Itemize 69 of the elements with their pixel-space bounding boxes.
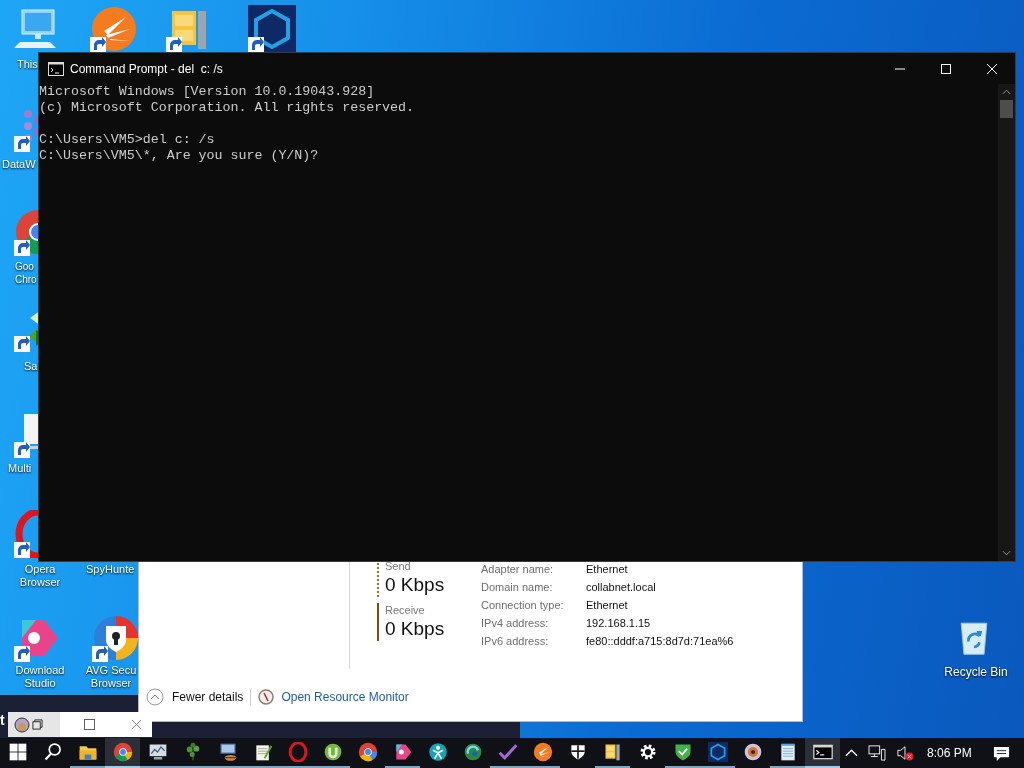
maximize-icon[interactable] [84, 719, 95, 730]
detail-value: Ethernet [586, 562, 629, 576]
gauge-icon [258, 689, 275, 705]
console-line: Microsoft Windows [Version 10.0.19043.928] [39, 84, 376, 100]
four-squares-icon [7, 742, 28, 762]
desktop-icon-label[interactable]: This [17, 58, 39, 71]
open-resource-monitor-link[interactable]: Open Resource Monitor [281, 690, 409, 704]
detail-label: IPv6 address: [481, 634, 550, 648]
ring-icon[interactable] [14, 510, 38, 558]
meter-label: Receive [385, 603, 426, 617]
meter-label: Send [385, 559, 412, 573]
window-title: Command Prompt - del c: /s [70, 61, 223, 76]
shield-circle-icon[interactable] [92, 614, 140, 662]
close-icon [987, 63, 997, 74]
tricolor-circle-icon [112, 742, 133, 762]
desktop-icon-label[interactable]: Download Studio [4, 664, 76, 690]
desktop-icon-label[interactable]: Opera Browser [8, 563, 72, 589]
desktop-icon-label[interactable]: Goo Chro [15, 260, 37, 286]
desktop-icon-label[interactable]: Recycle Bin [940, 665, 1012, 679]
detail-label: Adapter name: [481, 562, 555, 576]
notification-icon[interactable] [992, 744, 1010, 762]
meter-value: 0 Kbps [385, 617, 446, 641]
maximize-icon [941, 63, 951, 74]
swirl-icon [462, 742, 483, 762]
desktop-icon-label[interactable]: Multi [8, 462, 38, 475]
scroll-down-icon[interactable] [1002, 550, 1011, 556]
detail-label: IPv4 address: [481, 616, 550, 630]
window-title: t [0, 712, 5, 728]
console-icon [812, 742, 833, 762]
disc-icon [742, 742, 763, 762]
fewer-details-button[interactable]: Fewer details [146, 688, 244, 706]
detail-value: collabnet.local [586, 580, 657, 594]
detail-value: fe80::dddf:a715:8d7d:71ea%6 [586, 634, 734, 648]
rays-icon[interactable] [90, 5, 138, 53]
tricolor-circle-icon [357, 742, 378, 762]
meter-value: 0 Kbps [385, 573, 446, 597]
console-line: (c) Microsoft Corporation. All rights reserved. [39, 100, 416, 116]
desktop-icon-label[interactable]: Sal [24, 360, 40, 373]
cube-icon[interactable] [248, 5, 296, 53]
console-icon [48, 61, 64, 76]
taskbar-button[interactable] [105, 738, 140, 768]
app-icon [14, 716, 30, 733]
console-line: C:\Users\VM5\*, Are you sure (Y/N)? [39, 148, 320, 164]
speaker-icon[interactable] [896, 745, 914, 761]
console-line: C:\Users\VM5>del c: /s [39, 132, 216, 148]
clock[interactable]: 8:06 PM [927, 746, 972, 760]
person-icon [427, 742, 448, 762]
search-icon [42, 742, 63, 762]
desktop-icon-label[interactable]: AVG Secu Browser [84, 664, 138, 690]
ring-icon [287, 742, 308, 762]
caret-icon[interactable] [845, 749, 858, 757]
scrollbar-thumb[interactable] [1000, 100, 1013, 118]
chart-monitor-icon [147, 742, 168, 762]
close-icon[interactable] [131, 719, 142, 730]
detail-value: Ethernet [586, 598, 629, 612]
rays-icon [532, 742, 553, 762]
desktop-icon-label[interactable]: SpyHunte [86, 563, 138, 576]
detail-value: 192.168.1.15 [586, 616, 652, 630]
desktop-icon-label[interactable]: DataW [2, 158, 38, 171]
chevron-up-icon [146, 688, 164, 706]
scroll-up-icon[interactable] [1002, 89, 1011, 95]
checkmark-icon [497, 742, 518, 762]
network-icon[interactable] [868, 745, 886, 761]
detail-label: Connection type: [481, 598, 565, 612]
restore-icon[interactable] [32, 719, 43, 730]
detail-label: Domain name: [481, 580, 554, 594]
taskbar-button[interactable] [805, 738, 840, 768]
u-shape-icon [322, 742, 343, 762]
cube-icon [707, 742, 728, 762]
